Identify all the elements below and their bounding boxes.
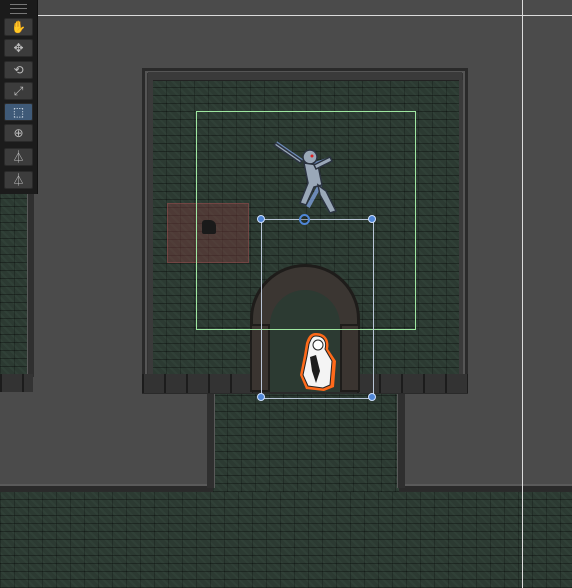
pivot-handle[interactable] [299,214,310,225]
selection-rect[interactable] [261,219,374,399]
corridor-floor [213,392,399,492]
hand-tool-button[interactable]: ✋ [4,18,33,36]
camera-guide-horizontal [37,15,572,16]
corridor-wall-right [397,392,405,488]
corridor-wall-left [207,392,215,488]
handle-bottom-left[interactable] [257,393,265,401]
left-room-floor [0,185,27,375]
scale-tool-button[interactable]: ⤢ [4,82,33,100]
hand-icon: ✋ [11,20,26,34]
enemy-ninja-sprite[interactable] [268,135,352,220]
left-room-wall [27,185,34,377]
camera-guide-vertical [522,0,523,588]
main-room-wall-top [148,72,462,81]
custom-tool-b-icon: ⏃ [12,173,25,187]
handle-top-left[interactable] [257,215,265,223]
handle-top-right[interactable] [368,215,376,223]
rect-tool-button[interactable]: ⬚ [4,103,33,121]
move-icon: ✥ [13,41,24,55]
move-tool-button[interactable]: ✥ [4,39,33,57]
custom-tool-a-icon: ⏃ [12,150,25,164]
floor-bottom-edge [0,484,214,492]
transform-tool-button[interactable]: ⊕ [4,124,33,142]
floor-bottom-edge-right [397,484,572,492]
scene-view[interactable] [0,0,572,588]
handle-bottom-right[interactable] [368,393,376,401]
custom-tool-a-button[interactable]: ⏃ [4,148,33,166]
scale-icon: ⤢ [13,84,24,98]
main-room-wall-right [459,80,463,376]
drag-grip-icon[interactable] [10,4,27,14]
rotate-icon: ⟲ [13,63,24,77]
custom-tool-b-button[interactable]: ⏃ [4,171,33,189]
left-room-base [0,374,33,392]
main-room-wall-left [148,80,153,376]
rect-icon: ⬚ [12,105,25,119]
enemy-ninja-icon [272,141,338,214]
rotate-tool-button[interactable]: ⟲ [4,61,33,79]
tool-palette: ✋ ✥ ⟲ ⤢ ⬚ ⊕ ⏃ ⏃ [0,0,38,194]
transform-icon: ⊕ [13,126,24,140]
floor-bottom [0,488,572,588]
main-room-base-left [142,374,253,393]
